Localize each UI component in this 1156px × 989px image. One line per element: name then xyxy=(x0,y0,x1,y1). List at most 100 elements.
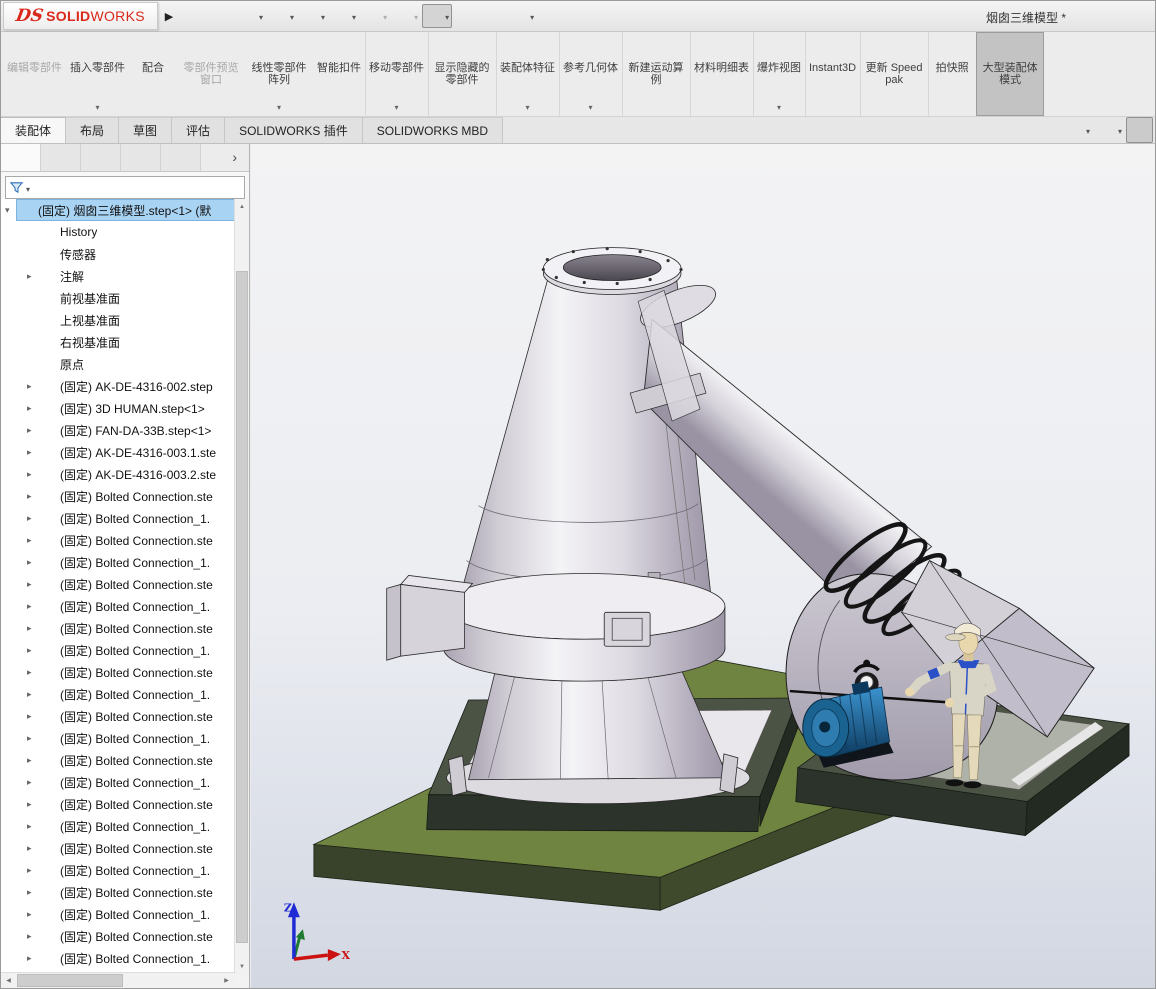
tree-item[interactable]: (固定) Bolted Connection_1. xyxy=(1,815,234,837)
command-tab[interactable]: 评估 xyxy=(172,117,225,143)
tree-expand-arrow[interactable] xyxy=(27,821,39,832)
component-preview-button[interactable]: 零部件预览窗口 xyxy=(177,32,245,116)
tree-expand-arrow[interactable] xyxy=(27,513,39,524)
dropdown-caret[interactable] xyxy=(1001,121,1002,139)
mate-button[interactable]: 配合 xyxy=(129,32,177,116)
scroll-left-arrow[interactable]: ◀ xyxy=(1,973,16,988)
tree-expand-arrow[interactable] xyxy=(27,667,39,678)
tree-expand-arrow[interactable] xyxy=(27,755,39,766)
bom-button[interactable]: 材料明细表 xyxy=(690,32,753,116)
dropdown-caret[interactable] xyxy=(917,121,918,139)
tree-item[interactable]: (固定) Bolted Connection_1. xyxy=(1,903,234,925)
dropdown-caret[interactable] xyxy=(257,7,263,25)
tree-expand-arrow[interactable] xyxy=(27,381,39,392)
command-tab[interactable]: SOLIDWORKS MBD xyxy=(363,117,503,143)
tree-item[interactable]: 上视基准面 xyxy=(1,309,234,331)
tree-item[interactable]: (固定) Bolted Connection.ste xyxy=(1,837,234,859)
tree-expand-arrow[interactable] xyxy=(27,425,39,436)
annotation-view-button[interactable] xyxy=(1034,117,1061,143)
rebuild-button[interactable] xyxy=(453,4,479,28)
tree-expand-arrow[interactable] xyxy=(27,623,39,634)
tree-item[interactable]: 原点 xyxy=(1,353,234,375)
dropdown-caret[interactable] xyxy=(1117,121,1122,139)
tree-expand-arrow[interactable] xyxy=(27,777,39,788)
tree-item[interactable]: 前视基准面 xyxy=(1,287,234,309)
tree-expand-arrow[interactable] xyxy=(27,931,39,942)
insert-component-button[interactable]: 插入零部件 xyxy=(66,32,129,116)
section-view-button[interactable] xyxy=(1006,117,1033,143)
tree-item[interactable]: (固定) Bolted Connection_1. xyxy=(1,771,234,793)
edit-component-button[interactable]: 编辑零部件 xyxy=(3,32,66,116)
scroll-right-arrow[interactable]: ▶ xyxy=(219,973,234,988)
menu-flyout-arrow[interactable]: ▶ xyxy=(161,5,177,27)
smart-fasteners-button[interactable]: 智能扣件 xyxy=(313,32,365,116)
dropdown-caret[interactable] xyxy=(350,7,356,25)
command-tab[interactable]: 草图 xyxy=(119,117,172,143)
tree-item[interactable]: (固定) FAN-DA-33B.step<1> xyxy=(1,419,234,441)
tree-expand-arrow[interactable] xyxy=(27,601,39,612)
dropdown-caret[interactable] xyxy=(1029,121,1030,139)
tree-expand-arrow[interactable] xyxy=(27,403,39,414)
tree-item[interactable]: (固定) Bolted Connection_1. xyxy=(1,639,234,661)
dropdown-caret[interactable] xyxy=(1149,121,1150,139)
tree-item[interactable]: (固定) AK-DE-4316-003.2.ste xyxy=(1,463,234,485)
dropdown-caret[interactable] xyxy=(230,7,232,25)
tree-expand-arrow[interactable] xyxy=(27,469,39,480)
dropdown-caret[interactable] xyxy=(973,121,974,139)
tree-item[interactable]: (固定) Bolted Connection.ste xyxy=(1,573,234,595)
vertical-scroll-thumb[interactable] xyxy=(236,271,248,943)
zoom-to-area-button[interactable] xyxy=(922,117,949,143)
tree-expand-arrow[interactable] xyxy=(27,689,39,700)
reference-geometry-button[interactable]: 参考几何体 xyxy=(559,32,622,116)
tree-item[interactable]: 传感器 xyxy=(1,243,234,265)
tree-horizontal-scrollbar[interactable]: ◀ ▶ xyxy=(1,972,234,988)
new-motion-study-button[interactable]: 新建运动算例 xyxy=(622,32,690,116)
new-document-button[interactable] xyxy=(236,4,266,28)
tree-item[interactable]: (固定) Bolted Connection_1. xyxy=(1,947,234,969)
publish-button[interactable] xyxy=(360,4,390,28)
tree-expand-arrow[interactable] xyxy=(27,645,39,656)
tree-expand-arrow[interactable] xyxy=(27,447,39,458)
print-button[interactable] xyxy=(329,4,359,28)
options-button[interactable] xyxy=(507,4,537,28)
tree-expand-arrow[interactable] xyxy=(27,557,39,568)
displaymanager-tab[interactable] xyxy=(161,144,201,171)
tree-item[interactable]: (固定) Bolted Connection.ste xyxy=(1,793,234,815)
dropdown-caret[interactable] xyxy=(474,7,476,25)
tree-item[interactable]: (固定) Bolted Connection.ste xyxy=(1,529,234,551)
tree-expand-arrow[interactable] xyxy=(27,953,39,964)
tree-item[interactable]: (固定) Bolted Connection.ste xyxy=(1,705,234,727)
horizontal-scroll-thumb[interactable] xyxy=(17,974,123,987)
dropdown-caret[interactable] xyxy=(1085,121,1090,139)
tree-expand-arrow[interactable] xyxy=(27,799,39,810)
magnifier-button[interactable] xyxy=(950,117,977,143)
scroll-down-arrow[interactable]: ▼ xyxy=(235,959,249,974)
select-button[interactable] xyxy=(422,4,452,28)
dropdown-caret[interactable] xyxy=(501,7,503,25)
tree-expand-arrow[interactable] xyxy=(5,205,17,216)
tree-expand-arrow[interactable] xyxy=(27,711,39,722)
zoom-to-fit-button[interactable] xyxy=(894,117,921,143)
previous-view-button[interactable] xyxy=(978,117,1005,143)
command-tab[interactable]: 装配体 xyxy=(1,117,66,143)
tree-vertical-scrollbar[interactable]: ▲ ▼ xyxy=(234,199,249,974)
large-assembly-mode-button[interactable]: 大型装配体模式 xyxy=(976,32,1044,116)
tree-item[interactable]: (固定) 3D HUMAN.step<1> xyxy=(1,397,234,419)
tree-expand-arrow[interactable] xyxy=(27,909,39,920)
tree-item[interactable]: 注解 xyxy=(1,265,234,287)
tree-item[interactable]: (固定) Bolted Connection.ste xyxy=(1,661,234,683)
tree-item[interactable]: History xyxy=(1,221,234,243)
filter-dropdown-caret[interactable] xyxy=(26,179,30,197)
graphics-area[interactable]: Z X xyxy=(251,144,1155,988)
tree-item[interactable]: (固定) Bolted Connection_1. xyxy=(1,683,234,705)
undo-button[interactable] xyxy=(391,4,421,28)
dropdown-caret[interactable] xyxy=(528,7,534,25)
exploded-view-button[interactable]: 爆炸视图 xyxy=(753,32,805,116)
tree-expand-arrow[interactable] xyxy=(27,865,39,876)
command-tab[interactable]: 布局 xyxy=(66,117,119,143)
tree-item[interactable]: (固定) Bolted Connection_1. xyxy=(1,859,234,881)
move-component-button[interactable]: 移动零部件 xyxy=(365,32,428,116)
tree-item[interactable]: (固定) Bolted Connection.ste xyxy=(1,617,234,639)
command-tab[interactable]: SOLIDWORKS 插件 xyxy=(225,117,363,143)
dimxpertmanager-tab[interactable] xyxy=(121,144,161,171)
